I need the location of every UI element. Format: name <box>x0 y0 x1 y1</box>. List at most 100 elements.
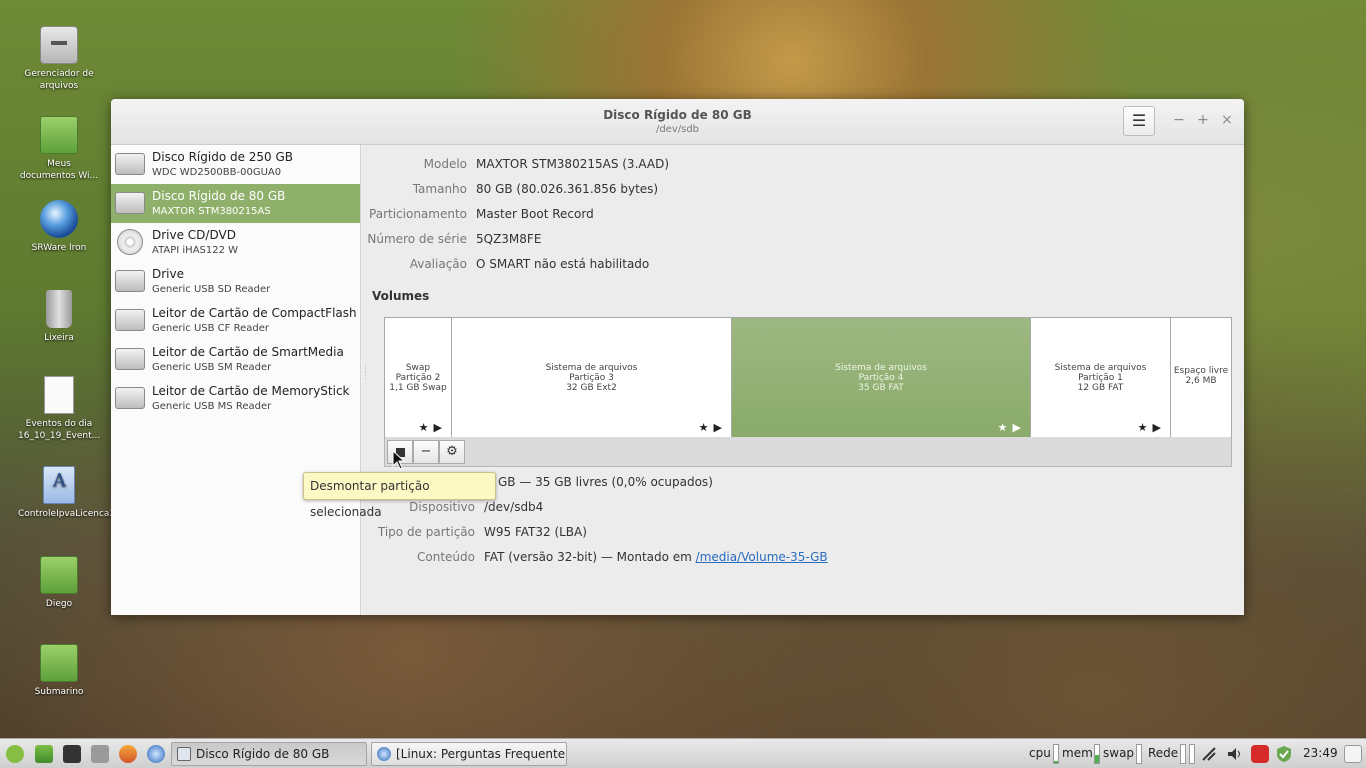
clock[interactable]: 23:49 <box>1303 746 1338 760</box>
volume-marks: ★▶ <box>698 421 727 434</box>
browser-icon <box>377 747 391 761</box>
volume-marks: ★▶ <box>1137 421 1166 434</box>
desktop-icon-label: Submarino <box>34 687 84 697</box>
volume-partition-3[interactable]: Sistema de arquivos Partição 3 32 GB Ext… <box>452 318 732 437</box>
content-label: Conteúdo <box>417 550 475 564</box>
minimize-button[interactable]: − <box>1170 111 1188 129</box>
desktop-icon-file-manager[interactable]: Gerenciador de arquivos <box>18 26 100 92</box>
drive-item-250gb[interactable]: Disco Rígido de 250 GB WDC WD2500BB-00GU… <box>111 145 360 184</box>
drive-item-sm-reader[interactable]: Leitor de Cartão de SmartMedia Generic U… <box>111 340 360 379</box>
volume-partition: Partição 2 <box>395 372 441 383</box>
volume-size: 35 GB FAT <box>858 382 904 393</box>
desktop-icon-diego[interactable]: Diego <box>18 556 100 610</box>
volumes-heading: Volumes <box>372 289 430 303</box>
mint-menu-icon[interactable] <box>6 745 24 763</box>
desktop-icon-srware-iron[interactable]: SRWare Iron <box>18 200 100 254</box>
drive-model: Generic USB CF Reader <box>152 323 269 334</box>
task-label: [Linux: Perguntas Frequente... <box>396 747 567 761</box>
volume-type: Sistema de arquivos <box>545 362 638 373</box>
desktop-icon-label: Gerenciador de arquivos <box>24 69 94 91</box>
workspace-switcher-icon[interactable] <box>1344 745 1362 763</box>
network-meter-up <box>1189 744 1195 764</box>
drive-item-ms-reader[interactable]: Leitor de Cartão de MemoryStick Generic … <box>111 379 360 418</box>
update-manager-icon[interactable] <box>1275 745 1293 763</box>
firefox-icon[interactable] <box>119 745 137 763</box>
delete-partition-button[interactable]: − <box>413 440 439 464</box>
title-bar[interactable]: Disco Rígido de 80 GB /dev/sdb ☰ − + × <box>111 99 1244 145</box>
close-button[interactable]: × <box>1218 111 1236 129</box>
cpu-label: cpu <box>1029 746 1051 760</box>
folder-icon <box>40 556 78 594</box>
volume-size: 32 GB Ext2 <box>566 382 617 393</box>
desktop-icon-label: SRWare Iron <box>31 243 87 253</box>
mem-meter <box>1094 744 1100 764</box>
task-label: Disco Rígido de 80 GB <box>196 747 330 761</box>
drive-name: Leitor de Cartão de SmartMedia <box>152 345 344 359</box>
files-icon[interactable] <box>91 745 109 763</box>
volume-partition-1[interactable]: Sistema de arquivos Partição 1 12 GB FAT… <box>1031 318 1171 437</box>
drive-item-cd-dvd[interactable]: Drive CD/DVD ATAPI iHAS122 W <box>111 223 360 262</box>
task-browser[interactable]: [Linux: Perguntas Frequente... <box>371 742 567 766</box>
drive-item-80gb[interactable]: Disco Rígido de 80 GB MAXTOR STM380215AS <box>111 184 360 223</box>
model-label: Modelo <box>423 157 467 171</box>
window-subtitle: /dev/sdb <box>655 124 700 135</box>
disks-app-icon <box>177 747 191 761</box>
drive-item-cf-reader[interactable]: Leitor de Cartão de CompactFlash Generic… <box>111 301 360 340</box>
swap-label: swap <box>1103 746 1135 760</box>
volume-type: Espaço livre <box>1173 366 1229 376</box>
serial-value: 5QZ3M8FE <box>476 232 542 246</box>
disks-window: Disco Rígido de 80 GB /dev/sdb ☰ − + × D… <box>111 99 1244 615</box>
volume-marks: ★▶ <box>997 421 1026 434</box>
desktop-icon-events[interactable]: Eventos do dia 16_10_19_Event... <box>18 376 100 442</box>
drive-name: Leitor de Cartão de CompactFlash <box>152 306 357 320</box>
tooltip: Desmontar partição selecionada <box>303 472 496 519</box>
volume-partition: Partição 1 <box>1078 372 1123 383</box>
volume-type: Swap <box>405 362 431 373</box>
taskbar: Disco Rígido de 80 GB [Linux: Perguntas … <box>0 738 1366 768</box>
desktop-icon-documents[interactable]: Meus documentos Wi... <box>18 116 100 182</box>
volume-partition: Partição 3 <box>569 372 614 383</box>
srware-iron-icon[interactable] <box>147 745 165 763</box>
desktop-icon-submarino[interactable]: Submarino <box>18 644 100 698</box>
desktop-icon-trash[interactable]: Lixeira <box>18 290 100 344</box>
folder-icon <box>40 644 78 682</box>
volume-swap[interactable]: Swap Partição 2 1,1 GB Swap ★▶ <box>385 318 452 437</box>
optical-drive-icon <box>117 229 143 255</box>
volume-partition-4[interactable]: Sistema de arquivos Partição 4 35 GB FAT… <box>732 318 1031 437</box>
desktop-icon-odt[interactable]: ControleIpvaLicenca2020.odt <box>18 466 150 520</box>
partitioning-label: Particionamento <box>369 207 467 221</box>
show-desktop-icon[interactable] <box>35 745 53 763</box>
network-label: Rede <box>1148 746 1179 760</box>
cpu-meter <box>1053 744 1059 764</box>
drive-name: Drive <box>152 267 184 281</box>
pane-resize-handle[interactable]: ⋮⋮ <box>361 366 370 393</box>
network-meter-down <box>1180 744 1186 764</box>
drive-model: MAXTOR STM380215AS <box>152 206 271 217</box>
hard-disk-icon <box>115 153 145 175</box>
document-icon <box>43 466 75 504</box>
size-value: 80 GB (80.026.361.856 bytes) <box>476 182 659 196</box>
drive-model: Generic USB SD Reader <box>152 284 271 295</box>
task-disks[interactable]: Disco Rígido de 80 GB <box>171 742 367 766</box>
partition-size-value: GB — 35 GB livres (0,0% ocupados) <box>498 475 713 489</box>
desktop-icon-label: Eventos do dia 16_10_19_Event... <box>18 419 101 441</box>
maximize-button[interactable]: + <box>1194 111 1212 129</box>
network-icon[interactable] <box>1200 745 1218 763</box>
assessment-label: Avaliação <box>409 257 467 271</box>
browser-icon <box>40 200 78 238</box>
security-app-icon[interactable] <box>1251 745 1269 763</box>
mount-point-link[interactable]: /media/Volume-35-GB <box>696 550 828 564</box>
drive-model: Generic USB SM Reader <box>152 362 272 373</box>
partition-settings-button[interactable]: ⚙ <box>439 440 465 464</box>
folder-icon <box>40 116 78 154</box>
app-menu-button[interactable]: ☰ <box>1123 106 1155 136</box>
drive-item-sd-reader[interactable]: Drive Generic USB SD Reader <box>111 262 360 301</box>
volume-icon[interactable] <box>1226 745 1244 763</box>
volume-free-space[interactable]: Espaço livre 2,6 MB <box>1171 318 1231 437</box>
gear-icon: ⚙ <box>446 444 458 459</box>
partition-type-value: W95 FAT32 (LBA) <box>484 525 587 539</box>
desktop-icon-label: Lixeira <box>44 333 74 343</box>
assessment-value: O SMART não está habilitado <box>476 257 650 271</box>
terminal-icon[interactable] <box>63 745 81 763</box>
card-reader-icon <box>115 309 145 331</box>
